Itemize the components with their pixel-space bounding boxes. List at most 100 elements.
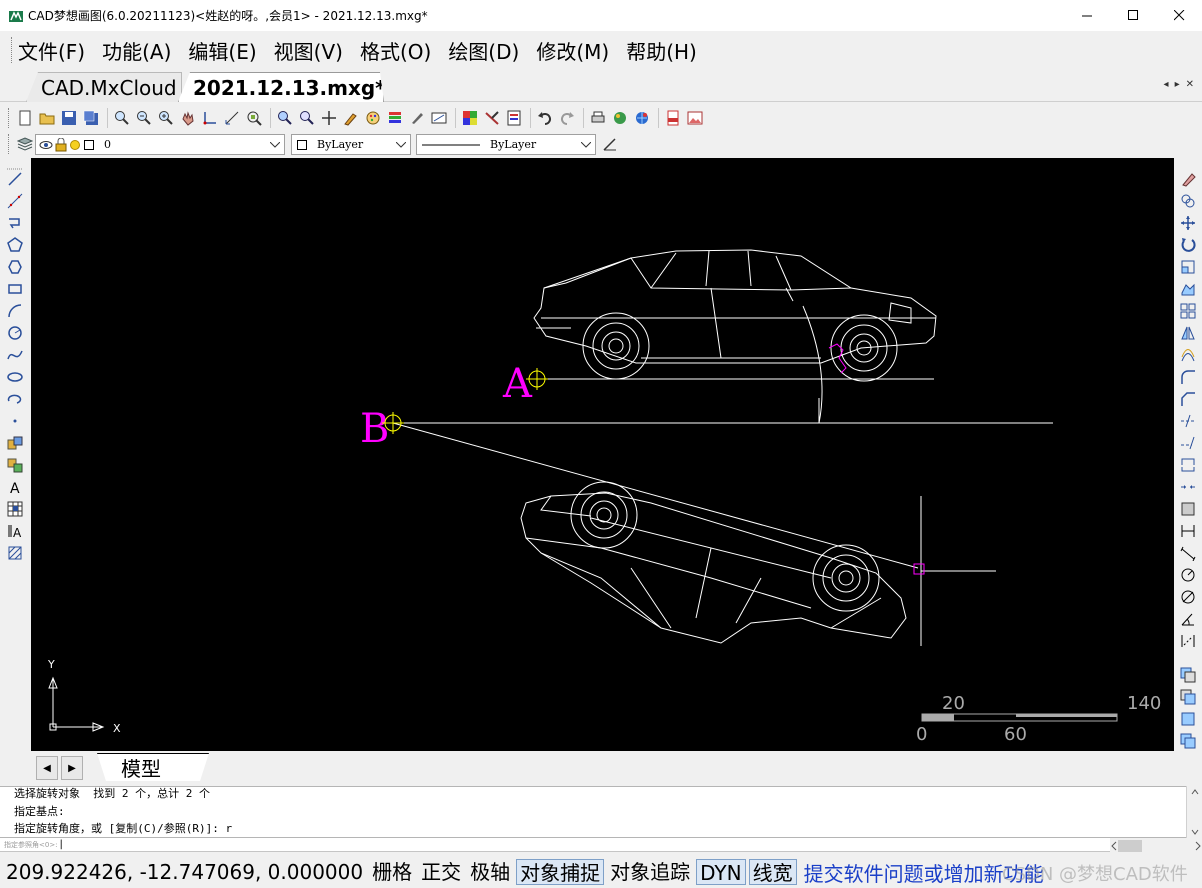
- menu-grip[interactable]: [11, 37, 14, 63]
- toggle-grid[interactable]: 栅格: [369, 859, 415, 885]
- view-layer-4-icon[interactable]: [1179, 732, 1197, 750]
- tab-model[interactable]: 模型: [97, 753, 209, 781]
- offset-icon[interactable]: [1179, 346, 1197, 364]
- redo-icon[interactable]: [557, 108, 576, 127]
- extend-icon[interactable]: [1179, 434, 1197, 452]
- polygon-icon[interactable]: [6, 236, 24, 254]
- pan-hand-icon[interactable]: [178, 108, 197, 127]
- linear-dimension-icon[interactable]: [1179, 522, 1197, 540]
- tab-prev-icon[interactable]: ◂: [1164, 79, 1169, 90]
- diameter-dimension-icon[interactable]: [1179, 588, 1197, 606]
- table-icon[interactable]: [6, 500, 24, 518]
- export-image-icon[interactable]: [685, 108, 704, 127]
- construction-line-icon[interactable]: [6, 192, 24, 210]
- zoom-previous-icon[interactable]: [297, 108, 316, 127]
- zoom-extents-icon[interactable]: [244, 108, 263, 127]
- ellipse-arc-icon[interactable]: [6, 390, 24, 408]
- polyline-icon[interactable]: [6, 214, 24, 232]
- scale-icon[interactable]: [1179, 258, 1197, 276]
- move-cross-icon[interactable]: [319, 108, 338, 127]
- toolbar-grip[interactable]: [8, 107, 11, 128]
- color-select[interactable]: ByLayer: [291, 134, 411, 155]
- design-center-icon[interactable]: [460, 108, 479, 127]
- horizontal-scrollbar[interactable]: [1110, 838, 1202, 854]
- view-layer-icon[interactable]: [1179, 666, 1197, 684]
- view-layer-2-icon[interactable]: [1179, 688, 1197, 706]
- menu-file[interactable]: 文件(F): [18, 36, 85, 65]
- tab-next-icon[interactable]: ▸: [1175, 79, 1180, 90]
- layer-select[interactable]: 0: [35, 134, 285, 155]
- dimension-style-icon[interactable]: [429, 108, 448, 127]
- match-properties-icon[interactable]: [341, 108, 360, 127]
- ellipse-icon[interactable]: [6, 368, 24, 386]
- toggle-object-snap[interactable]: 对象捕捉: [516, 859, 605, 885]
- make-block-icon[interactable]: [6, 456, 24, 474]
- block-insert-icon[interactable]: [6, 434, 24, 452]
- view-layer-3-icon[interactable]: [1179, 710, 1197, 728]
- fillet-icon[interactable]: [1179, 368, 1197, 386]
- tab-current-drawing[interactable]: 2021.12.13.mxg*: [178, 72, 384, 102]
- spline-icon[interactable]: [6, 346, 24, 364]
- break-icon[interactable]: [1179, 456, 1197, 474]
- open-folder-icon[interactable]: [37, 108, 56, 127]
- erase-icon[interactable]: [1179, 170, 1197, 188]
- toggle-polar[interactable]: 极轴: [467, 859, 513, 885]
- multiline-text-icon[interactable]: A: [6, 522, 24, 540]
- save-icon[interactable]: [59, 108, 78, 127]
- join-icon[interactable]: [1179, 478, 1197, 496]
- tool-palette-icon[interactable]: [482, 108, 501, 127]
- hatch-icon[interactable]: [6, 544, 24, 562]
- ordinate-dimension-icon[interactable]: [1179, 632, 1197, 650]
- web-icon[interactable]: [632, 108, 651, 127]
- ucs-icon[interactable]: [200, 108, 219, 127]
- zoom-in-icon[interactable]: [156, 108, 175, 127]
- array-icon[interactable]: [1179, 302, 1197, 320]
- explode-icon[interactable]: [1179, 500, 1197, 518]
- copy-object-icon[interactable]: [1179, 192, 1197, 210]
- menu-function[interactable]: 功能(A): [102, 36, 171, 65]
- menu-draw[interactable]: 绘图(D): [448, 36, 519, 65]
- zoom-realtime-icon[interactable]: [275, 108, 294, 127]
- move-icon[interactable]: [1179, 214, 1197, 232]
- circle-icon[interactable]: [6, 324, 24, 342]
- point-icon[interactable]: [6, 412, 24, 430]
- trim-icon[interactable]: [1179, 412, 1197, 430]
- command-input[interactable]: 指定参照角<0>: |: [0, 838, 1110, 852]
- color-palette-icon[interactable]: [363, 108, 382, 127]
- stretch-icon[interactable]: [1179, 280, 1197, 298]
- minimize-button[interactable]: [1064, 0, 1110, 31]
- tab-close-icon[interactable]: ✕: [1186, 79, 1194, 90]
- menu-help[interactable]: 帮助(H): [626, 36, 697, 65]
- line-icon[interactable]: [6, 170, 24, 188]
- mirror-icon[interactable]: [1179, 324, 1197, 342]
- toggle-lineweight[interactable]: 线宽: [748, 859, 797, 885]
- chamfer-icon[interactable]: [1179, 390, 1197, 408]
- rotate-icon[interactable]: [1179, 236, 1197, 254]
- save-all-icon[interactable]: [81, 108, 100, 127]
- toggle-ortho[interactable]: 正交: [418, 859, 464, 885]
- toolbar-grip[interactable]: [8, 134, 11, 154]
- radius-dimension-icon[interactable]: [1179, 566, 1197, 584]
- aligned-dimension-icon[interactable]: [1179, 544, 1197, 562]
- zoom-out-icon[interactable]: [134, 108, 153, 127]
- layer-properties-icon[interactable]: [385, 108, 404, 127]
- menu-modify[interactable]: 修改(M): [536, 36, 609, 65]
- undo-icon[interactable]: [535, 108, 554, 127]
- angular-dimension-icon[interactable]: [1179, 610, 1197, 628]
- menu-view[interactable]: 视图(V): [274, 36, 343, 65]
- layout-prev-button[interactable]: ◀: [36, 756, 58, 780]
- layer-manager-icon[interactable]: [15, 135, 34, 154]
- export-pdf-icon[interactable]: [663, 108, 682, 127]
- linetype-select[interactable]: ByLayer: [416, 134, 596, 155]
- rectangle-icon[interactable]: [6, 280, 24, 298]
- print-icon[interactable]: [588, 108, 607, 127]
- text-icon[interactable]: A: [6, 478, 24, 496]
- drawing-canvas[interactable]: A B Y X 20 140 0 60: [31, 158, 1174, 751]
- render-icon[interactable]: [610, 108, 629, 127]
- maximize-button[interactable]: [1110, 0, 1156, 31]
- arc-icon[interactable]: [6, 302, 24, 320]
- tab-cad-mxcloud[interactable]: CAD.MxCloud: [26, 72, 182, 102]
- zoom-window-icon[interactable]: [112, 108, 131, 127]
- lineweight-icon[interactable]: [600, 134, 619, 153]
- properties-icon[interactable]: [504, 108, 523, 127]
